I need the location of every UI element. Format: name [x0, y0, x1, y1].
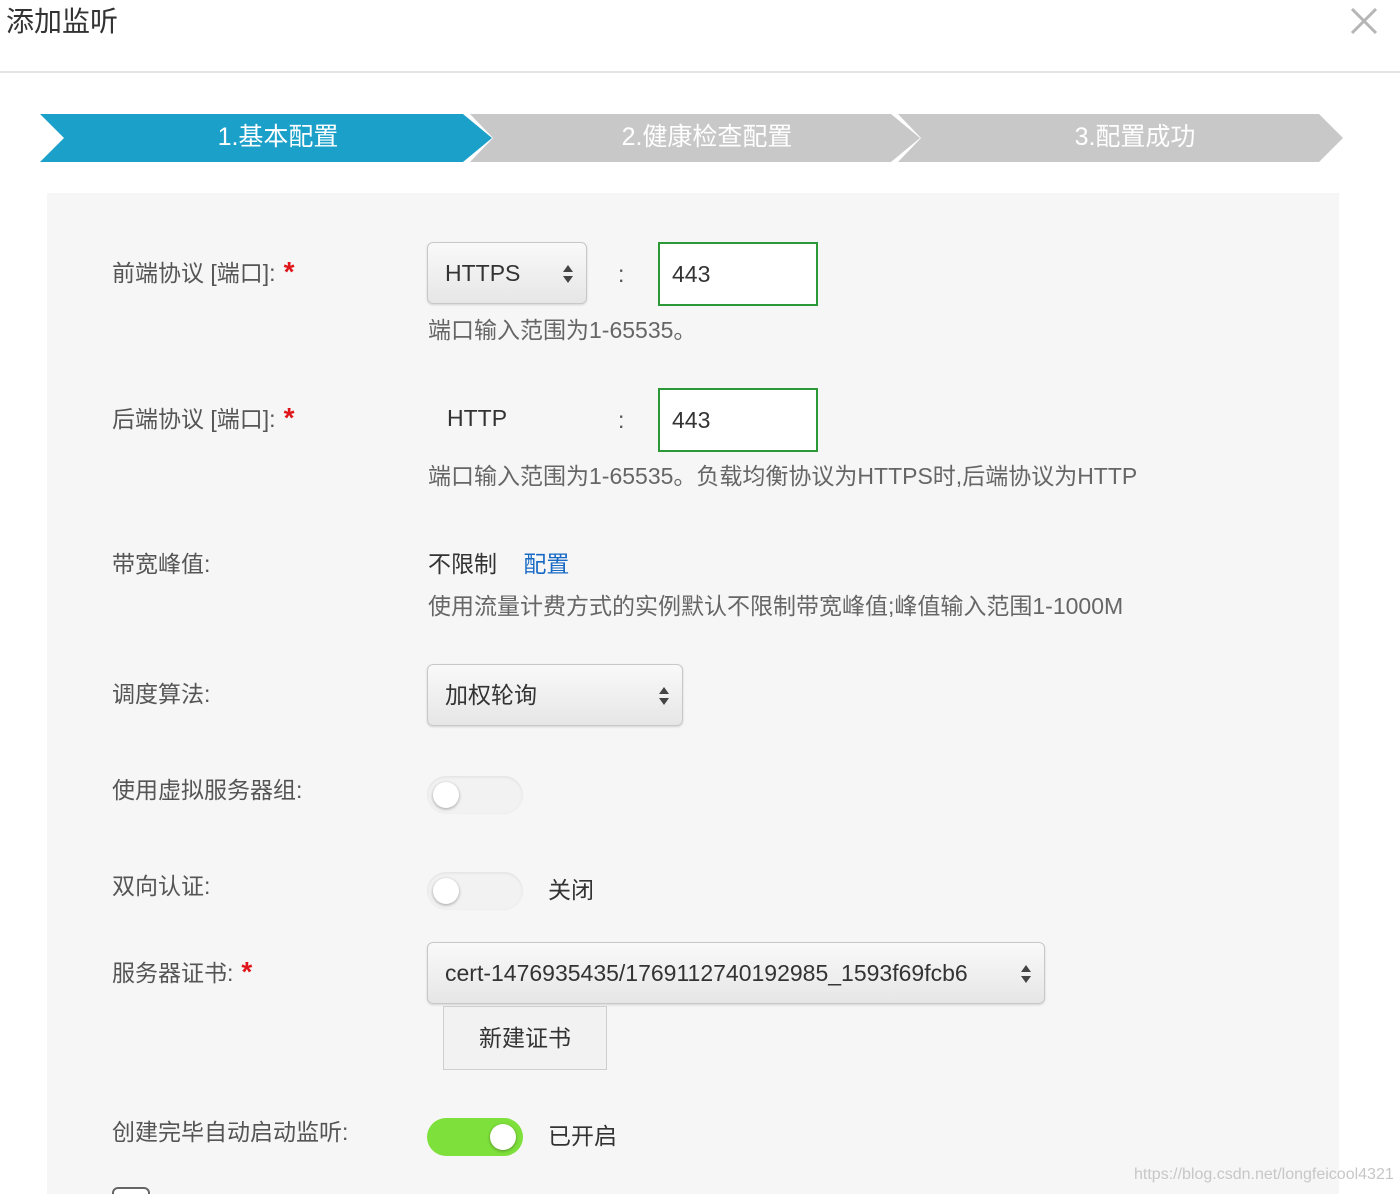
step-wizard: 1.基本配置 2.健康检查配置 3.配置成功	[40, 113, 1345, 163]
required-mark: *	[241, 956, 253, 987]
backend-protocol-value: HTTP	[447, 405, 508, 431]
port-separator: :	[618, 407, 625, 433]
step-2-label: 2.健康检查配置	[621, 123, 793, 151]
mutual-auth-status: 关闭	[548, 877, 594, 903]
select-arrows-icon	[659, 687, 669, 705]
select-arrows-icon	[1021, 965, 1031, 983]
auto-start-toggle[interactable]	[427, 1118, 523, 1156]
port-separator: :	[618, 261, 625, 287]
bandwidth-value: 不限制 配置	[428, 551, 570, 577]
frontend-port-input[interactable]: 443	[658, 242, 818, 306]
step-1-label: 1.基本配置	[217, 123, 339, 151]
vserver-group-label: 使用虚拟服务器组:	[112, 777, 303, 803]
backend-protocol-label: 后端协议 [端口]: *	[112, 402, 295, 433]
step-3-label: 3.配置成功	[1074, 123, 1196, 151]
scheduler-select[interactable]: 加权轮询	[427, 664, 683, 726]
watermark: https://blog.csdn.net/longfeicool4321	[1134, 1166, 1394, 1183]
dialog-title: 添加监听	[6, 6, 119, 37]
vserver-group-toggle[interactable]	[427, 776, 523, 814]
checkbox[interactable]	[112, 1187, 150, 1194]
frontend-port-hint: 端口输入范围为1-65535。	[428, 317, 697, 343]
toggle-knob	[433, 878, 459, 904]
scheduler-label: 调度算法:	[112, 681, 211, 707]
bandwidth-hint: 使用流量计费方式的实例默认不限制带宽峰值;峰值输入范围1-1000M	[428, 593, 1124, 619]
bandwidth-label: 带宽峰值:	[112, 551, 211, 577]
frontend-protocol-label: 前端协议 [端口]: *	[112, 256, 295, 287]
toggle-knob	[490, 1124, 516, 1150]
frontend-protocol-select[interactable]: HTTPS	[427, 242, 587, 304]
auto-start-label: 创建完毕自动启动监听:	[112, 1119, 349, 1145]
required-mark: *	[283, 256, 295, 287]
mutual-auth-label: 双向认证:	[112, 873, 211, 899]
select-arrows-icon	[563, 265, 573, 283]
backend-port-hint: 端口输入范围为1-65535。负载均衡协议为HTTPS时,后端协议为HTTP	[428, 463, 1138, 489]
backend-port-input[interactable]: 443	[658, 388, 818, 452]
new-cert-button[interactable]: 新建证书	[443, 1006, 607, 1070]
dialog-header: 添加监听	[0, 0, 1400, 73]
close-icon[interactable]	[1346, 2, 1382, 38]
server-cert-select[interactable]: cert-1476935435/1769112740192985_1593f69…	[427, 942, 1045, 1004]
toggle-knob	[433, 782, 459, 808]
required-mark: *	[283, 402, 295, 433]
server-cert-label: 服务器证书: *	[112, 956, 253, 987]
mutual-auth-toggle[interactable]	[427, 872, 523, 910]
bandwidth-config-link[interactable]: 配置	[523, 551, 569, 577]
auto-start-status: 已开启	[548, 1123, 617, 1149]
